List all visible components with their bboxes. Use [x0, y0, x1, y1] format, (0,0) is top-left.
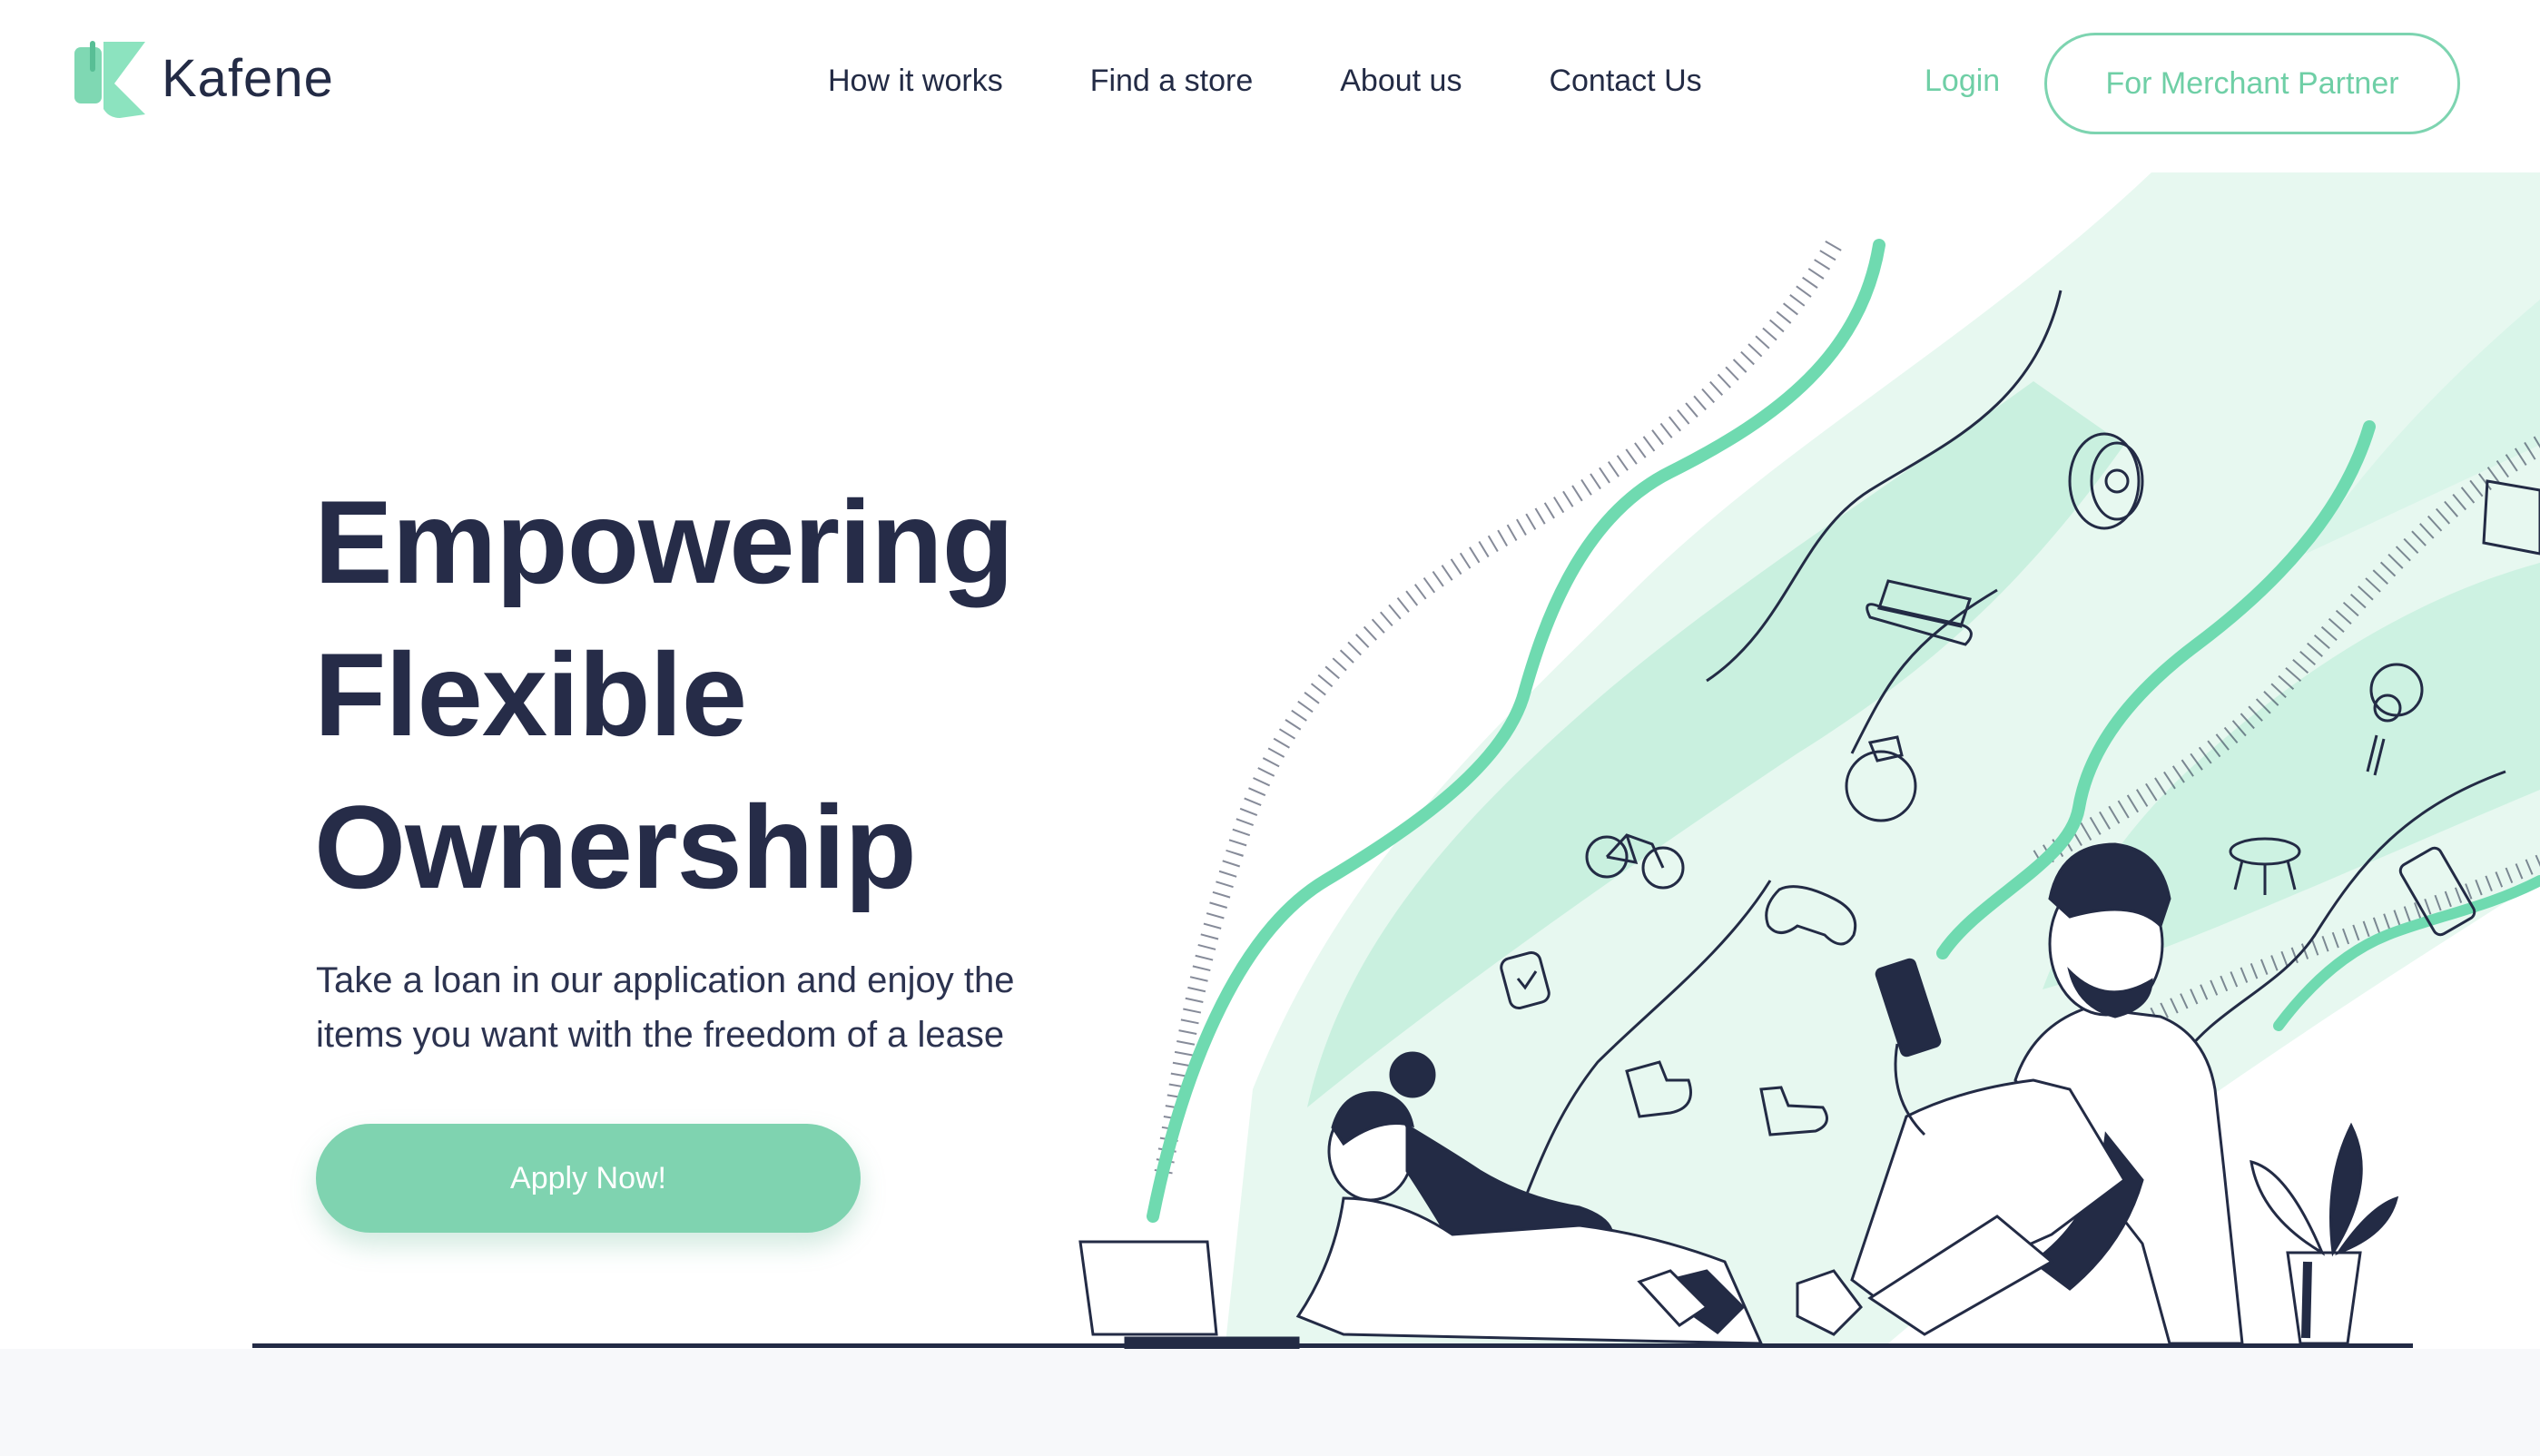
hero-title-line-2: Flexible [314, 628, 747, 761]
merchant-partner-button[interactable]: For Merchant Partner [2044, 33, 2460, 134]
kafene-logo-mark-icon [74, 41, 145, 118]
hero-title-line-1: Empowering [314, 476, 1014, 608]
nav-contact-us[interactable]: Contact Us [1549, 64, 1701, 99]
ground-line [252, 1343, 2413, 1348]
apply-now-button[interactable]: Apply Now! [316, 1124, 861, 1233]
next-section-band [0, 1349, 2540, 1456]
plant-icon [2250, 1122, 2399, 1345]
brand-name: Kafene [162, 48, 334, 108]
nav-about-us[interactable]: About us [1340, 64, 1462, 99]
kafene-logo[interactable]: Kafene [73, 36, 334, 120]
hero-subtitle-line-2: items you want with the freedom of a lea… [316, 1015, 1005, 1055]
main-nav: How it works Find a store About us Conta… [828, 64, 1702, 99]
hero-illustration [1078, 172, 2540, 1351]
nav-how-it-works[interactable]: How it works [828, 64, 1003, 99]
hero-title-line-3: Ownership [314, 781, 917, 913]
login-link[interactable]: Login [1925, 64, 2000, 99]
nav-find-a-store[interactable]: Find a store [1090, 64, 1254, 99]
hero-subtitle-line-1: Take a loan in our application and enjoy… [316, 960, 1015, 1000]
